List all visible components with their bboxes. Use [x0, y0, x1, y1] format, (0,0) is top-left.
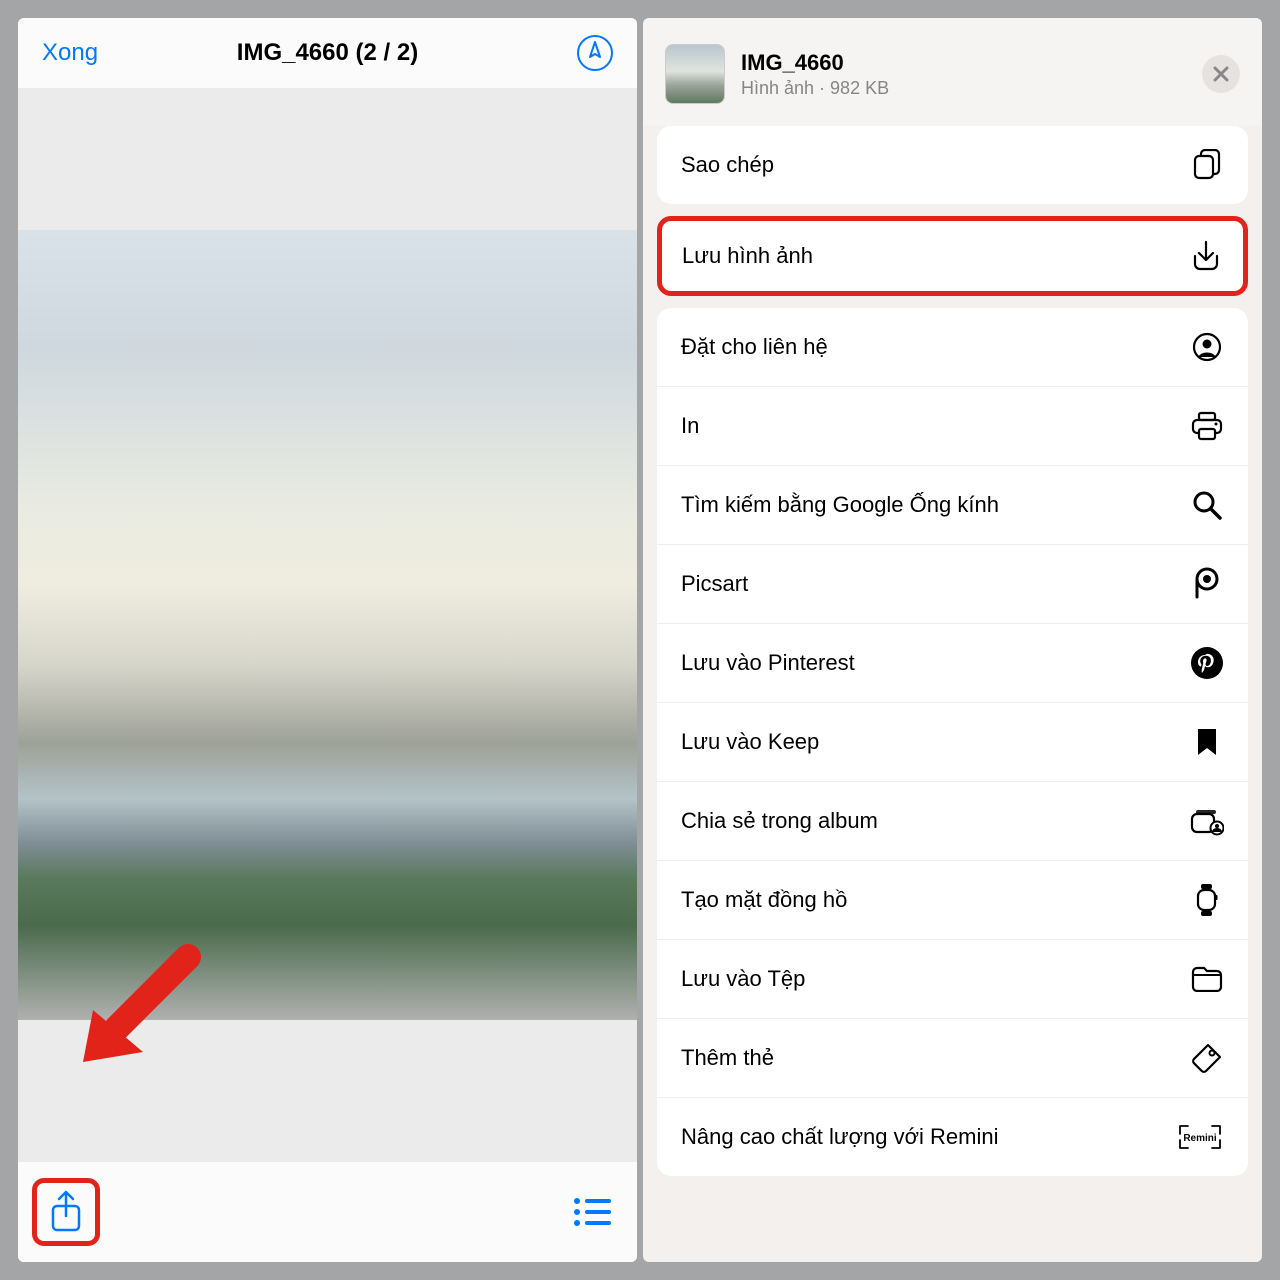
action-remini[interactable]: Nâng cao chất lượng với Remini Remini [657, 1097, 1248, 1176]
file-name: IMG_4660 [741, 50, 889, 76]
contact-icon [1190, 330, 1224, 364]
photo-area[interactable] [18, 88, 637, 1162]
action-google-lens[interactable]: Tìm kiếm bằng Google Ống kính [657, 465, 1248, 544]
svg-text:Remini: Remini [1183, 1133, 1217, 1144]
preview-pane: Xong IMG_4660 (2 / 2) [18, 18, 637, 1262]
share-icon [49, 1190, 83, 1234]
share-button[interactable] [32, 1178, 100, 1246]
action-label: Chia sẻ trong album [681, 808, 878, 834]
action-picsart[interactable]: Picsart [657, 544, 1248, 623]
action-keep[interactable]: Lưu vào Keep [657, 702, 1248, 781]
download-icon [1189, 239, 1223, 273]
action-label: Sao chép [681, 152, 774, 178]
shared-album-icon [1190, 804, 1224, 838]
action-label: Tìm kiếm bằng Google Ống kính [681, 492, 999, 518]
action-label: Thêm thẻ [681, 1045, 774, 1071]
action-save-image[interactable]: Lưu hình ảnh [662, 221, 1243, 291]
preview-toolbar [18, 1162, 637, 1262]
action-label: Lưu vào Tệp [681, 966, 805, 992]
remini-icon: Remini [1176, 1120, 1224, 1154]
action-label: Picsart [681, 571, 748, 597]
markup-button[interactable] [577, 35, 613, 71]
watch-icon [1190, 883, 1224, 917]
done-button[interactable]: Xong [42, 39, 98, 67]
action-label: In [681, 413, 699, 439]
photo-content [18, 230, 637, 1020]
action-assign-contact[interactable]: Đặt cho liên hệ [657, 308, 1248, 386]
action-watch-face[interactable]: Tạo mặt đồng hồ [657, 860, 1248, 939]
file-meta: Hình ảnh · 982 KB [741, 78, 889, 99]
action-copy[interactable]: Sao chép [657, 126, 1248, 204]
action-group: Sao chép [657, 126, 1248, 204]
list-icon [573, 1196, 611, 1228]
action-print[interactable]: In [657, 386, 1248, 465]
action-add-tags[interactable]: Thêm thẻ [657, 1018, 1248, 1097]
close-icon [1213, 66, 1229, 82]
close-button[interactable] [1202, 55, 1240, 93]
action-save-files[interactable]: Lưu vào Tệp [657, 939, 1248, 1018]
picsart-icon [1190, 567, 1224, 601]
file-thumbnail [665, 44, 725, 104]
action-label: Đặt cho liên hệ [681, 334, 828, 360]
action-label: Nâng cao chất lượng với Remini [681, 1124, 999, 1150]
markup-icon [586, 41, 604, 65]
pinterest-icon [1190, 646, 1224, 680]
actions-list: Sao chép Lưu hình ảnh Đặt cho liên hệ [643, 126, 1262, 1190]
action-label: Lưu hình ảnh [682, 243, 813, 269]
list-button[interactable] [573, 1196, 623, 1228]
preview-navbar: Xong IMG_4660 (2 / 2) [18, 18, 637, 88]
share-sheet-header: IMG_4660 Hình ảnh · 982 KB [643, 18, 1262, 126]
preview-title: IMG_4660 (2 / 2) [18, 39, 637, 67]
file-info: IMG_4660 Hình ảnh · 982 KB [741, 50, 889, 99]
tag-icon [1190, 1041, 1224, 1075]
action-group-highlighted: Lưu hình ảnh [657, 216, 1248, 296]
copy-icon [1190, 148, 1224, 182]
action-group: Đặt cho liên hệ In Tìm kiếm bằng Google … [657, 308, 1248, 1176]
share-sheet-pane: IMG_4660 Hình ảnh · 982 KB Sao chép Lưu … [643, 18, 1262, 1262]
search-icon [1190, 488, 1224, 522]
bookmark-icon [1190, 725, 1224, 759]
action-pinterest[interactable]: Lưu vào Pinterest [657, 623, 1248, 702]
print-icon [1190, 409, 1224, 443]
folder-icon [1190, 962, 1224, 996]
action-label: Lưu vào Pinterest [681, 650, 855, 676]
action-label: Tạo mặt đồng hồ [681, 887, 847, 913]
action-shared-album[interactable]: Chia sẻ trong album [657, 781, 1248, 860]
action-label: Lưu vào Keep [681, 729, 819, 755]
